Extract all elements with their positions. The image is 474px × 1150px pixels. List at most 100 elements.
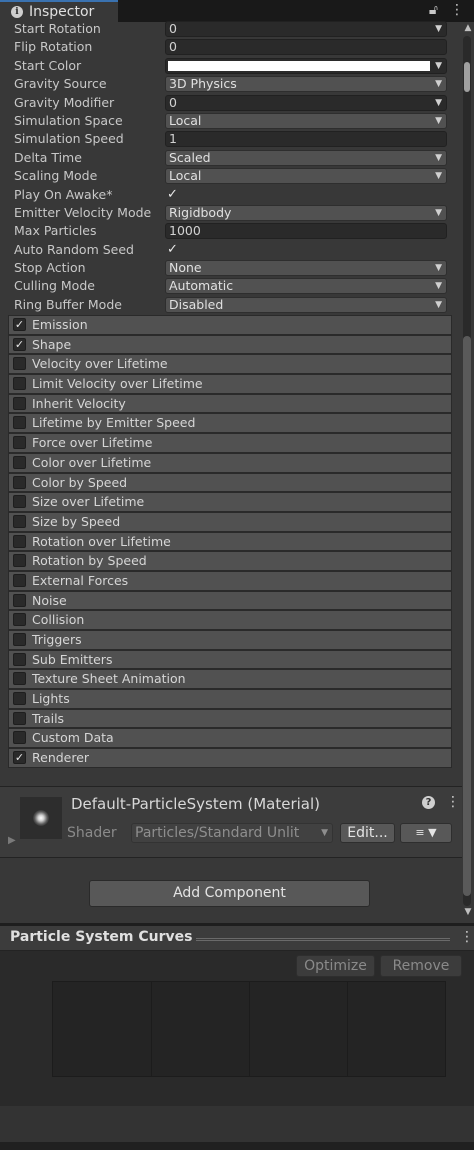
module-label: Velocity over Lifetime	[32, 356, 168, 372]
module-checkbox[interactable]	[13, 593, 26, 607]
module-checkbox[interactable]	[13, 495, 26, 509]
module-row[interactable]: Trails	[8, 708, 452, 729]
property-field[interactable]: 1	[165, 131, 447, 148]
checkmark-icon[interactable]: ✓	[165, 187, 180, 202]
curves-grid[interactable]	[52, 981, 446, 1077]
property-field[interactable]: 0 ▼	[165, 94, 447, 111]
module-checkbox[interactable]: ✓	[13, 337, 26, 351]
module-label: Rotation over Lifetime	[32, 533, 171, 549]
curves-menu-icon[interactable]: ⋮	[460, 929, 474, 945]
module-row[interactable]: Noise	[8, 590, 452, 611]
property-dropdown[interactable]: Local ▼	[165, 168, 447, 185]
module-checkbox[interactable]	[13, 573, 26, 587]
edit-shader-button[interactable]: Edit...	[340, 823, 395, 843]
module-row[interactable]: Size by Speed	[8, 511, 452, 532]
chevron-down-icon[interactable]: ▼	[435, 22, 442, 36]
add-component-button[interactable]: Add Component	[89, 880, 370, 907]
property-dropdown[interactable]: Rigidbody ▼	[165, 204, 447, 221]
module-checkbox[interactable]: ✓	[13, 318, 26, 331]
property-field[interactable]: 0	[165, 39, 447, 56]
property-dropdown[interactable]: 3D Physics ▼	[165, 76, 447, 93]
shader-dropdown[interactable]: Particles/Standard Unlit ▼	[131, 823, 333, 843]
tab-inspector[interactable]: i Inspector	[0, 0, 118, 22]
module-label: Color over Lifetime	[32, 454, 152, 470]
scrollbar-thumb[interactable]	[464, 62, 470, 92]
module-checkbox[interactable]	[13, 514, 26, 528]
module-checkbox[interactable]	[13, 692, 26, 706]
module-checkbox[interactable]	[13, 613, 26, 627]
chevron-down-icon[interactable]: ▼	[435, 96, 442, 110]
module-row[interactable]: Lights	[8, 689, 452, 709]
property-dropdown[interactable]: Scaled ▼	[165, 149, 447, 166]
module-row[interactable]: ✓ Shape	[8, 334, 452, 355]
bottom-bar	[0, 1106, 474, 1142]
module-checkbox[interactable]	[13, 711, 26, 725]
module-label: External Forces	[32, 572, 129, 588]
property-field[interactable]: 1000	[165, 223, 447, 240]
module-checkbox[interactable]	[13, 731, 26, 745]
scroll-up-arrow-icon[interactable]: ▲	[462, 22, 474, 34]
remove-button[interactable]: Remove	[380, 955, 462, 977]
foldout-arrow-icon[interactable]: ▶	[8, 835, 16, 846]
module-row[interactable]: Rotation by Speed	[8, 551, 452, 571]
module-checkbox[interactable]	[13, 652, 26, 666]
property-dropdown[interactable]: Local ▼	[165, 112, 447, 129]
module-row[interactable]: Rotation over Lifetime	[8, 531, 452, 552]
scroll-down-arrow-icon[interactable]: ▼	[462, 906, 474, 918]
property-row: Flip Rotation 0	[0, 38, 462, 56]
module-checkbox[interactable]	[13, 475, 26, 489]
property-row: Start Rotation 0 ▼	[0, 20, 462, 38]
property-dropdown[interactable]: None ▼	[165, 260, 447, 277]
module-checkbox[interactable]	[13, 554, 26, 568]
material-menu-icon[interactable]: ⋮	[446, 794, 460, 810]
optimize-button[interactable]: Optimize	[296, 955, 375, 977]
module-checkbox[interactable]	[13, 396, 26, 410]
module-row[interactable]: ✓ Emission	[8, 315, 452, 335]
property-label: Start Color	[14, 57, 82, 73]
module-row[interactable]: Collision	[8, 610, 452, 630]
lock-icon[interactable]: 🔓︎	[429, 2, 438, 18]
inspector-scrollbar[interactable]	[463, 36, 471, 906]
curves-header: Particle System Curves ⋮	[0, 926, 474, 951]
help-icon[interactable]: ?	[422, 796, 435, 809]
chevron-down-icon[interactable]: ▼	[435, 59, 442, 73]
module-checkbox[interactable]	[13, 357, 26, 371]
module-row[interactable]: Lifetime by Emitter Speed	[8, 413, 452, 434]
module-row[interactable]: Texture Sheet Animation	[8, 669, 452, 690]
shader-list-button[interactable]: ≡ ▼	[400, 823, 452, 843]
module-checkbox[interactable]	[13, 436, 26, 450]
property-dropdown[interactable]: Disabled ▼	[165, 296, 447, 313]
module-row[interactable]: Triggers	[8, 630, 452, 650]
module-checkbox[interactable]	[13, 672, 26, 686]
module-row[interactable]: Velocity over Lifetime	[8, 354, 452, 375]
module-checkbox[interactable]	[13, 455, 26, 469]
module-checkbox[interactable]	[13, 633, 26, 646]
color-field[interactable]: ▼	[165, 57, 447, 74]
module-checkbox[interactable]	[13, 534, 26, 548]
module-checkbox[interactable]	[13, 377, 26, 391]
property-field[interactable]: 0 ▼	[165, 21, 447, 37]
module-label: Color by Speed	[32, 474, 128, 490]
module-row[interactable]: Custom Data	[8, 728, 452, 749]
property-row: Stop Action None ▼	[0, 259, 462, 277]
module-row[interactable]: Limit Velocity over Lifetime	[8, 374, 452, 394]
property-row: Gravity Source 3D Physics ▼	[0, 75, 462, 93]
kebab-menu-icon[interactable]: ⋮	[450, 2, 464, 18]
module-row[interactable]: Color by Speed	[8, 472, 452, 493]
module-checkbox[interactable]: ✓	[13, 751, 26, 765]
curves-drag-handle[interactable]	[196, 938, 450, 939]
module-row[interactable]: Color over Lifetime	[8, 452, 452, 473]
module-label: Lights	[32, 691, 70, 707]
module-row[interactable]: Inherit Velocity	[8, 393, 452, 414]
module-row[interactable]: Force over Lifetime	[8, 433, 452, 453]
property-dropdown[interactable]: Automatic ▼	[165, 278, 447, 295]
module-row[interactable]: ✓ Renderer	[8, 748, 452, 768]
module-row[interactable]: Size over Lifetime	[8, 492, 452, 512]
bottom-edge	[0, 1142, 474, 1150]
module-row[interactable]: External Forces	[8, 570, 452, 591]
checkmark-icon[interactable]: ✓	[165, 242, 180, 257]
main-module-properties: Start Rotation 0 ▼ Flip Rotation 0 Start Colo…	[0, 20, 462, 314]
module-row[interactable]: Sub Emitters	[8, 649, 452, 670]
module-checkbox[interactable]	[13, 416, 26, 430]
curves-title: Particle System Curves	[10, 929, 193, 945]
